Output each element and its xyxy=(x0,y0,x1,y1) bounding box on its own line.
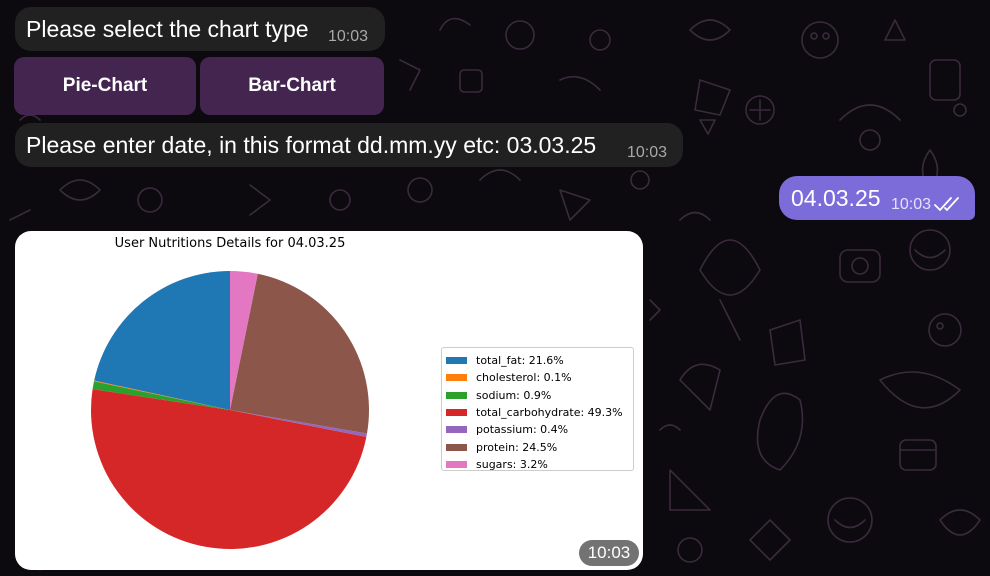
legend-entry: total_carbohydrate: 49.3% xyxy=(446,404,633,421)
outgoing-message-bubble: 04.03.25 10:03 xyxy=(779,176,975,220)
message-time: 10:03 xyxy=(328,28,369,45)
message-text: 04.03.25 xyxy=(791,185,881,211)
bar-chart-button[interactable]: Bar-Chart xyxy=(200,57,384,115)
legend-label: sugars: 3.2% xyxy=(476,457,548,471)
message-bubble: Please select the chart type 10:03 xyxy=(15,7,385,51)
message-text: Please select the chart type xyxy=(26,16,309,42)
legend-label: total_fat: 21.6% xyxy=(476,354,564,368)
message-text: Please enter date, in this format dd.mm.… xyxy=(26,132,597,158)
legend-swatch xyxy=(446,391,467,399)
legend-label: protein: 24.5% xyxy=(476,440,558,454)
legend-entry: sodium: 0.9% xyxy=(446,387,633,404)
legend-swatch xyxy=(446,357,467,365)
read-checkmarks-icon xyxy=(934,197,959,212)
message-bubble: Please enter date, in this format dd.mm.… xyxy=(15,123,683,167)
legend-entry: potassium: 0.4% xyxy=(446,421,633,438)
legend-label: total_carbohydrate: 49.3% xyxy=(476,406,623,420)
legend-swatch xyxy=(446,460,467,468)
legend-swatch xyxy=(446,409,467,417)
message-time: 10:03 xyxy=(891,196,932,213)
legend-entry: sugars: 3.2% xyxy=(446,456,633,473)
legend-label: potassium: 0.4% xyxy=(476,423,569,437)
legend-entry: protein: 24.5% xyxy=(446,438,633,455)
chart-legend: total_fat: 21.6% cholesterol: 0.1% sodiu… xyxy=(441,347,634,471)
legend-entry: cholesterol: 0.1% xyxy=(446,369,633,386)
legend-swatch xyxy=(446,443,467,451)
legend-label: cholesterol: 0.1% xyxy=(476,371,572,385)
legend-entry: total_fat: 21.6% xyxy=(446,352,633,369)
photo-time: 10:03 xyxy=(579,540,639,566)
message-time: 10:03 xyxy=(627,144,668,161)
chart-image-message[interactable]: User Nutritions Details for 04.03.25 tot… xyxy=(15,231,643,570)
pie-chart-button[interactable]: Pie-Chart xyxy=(14,57,196,115)
legend-swatch xyxy=(446,374,467,382)
legend-label: sodium: 0.9% xyxy=(476,388,552,402)
legend-swatch xyxy=(446,426,467,434)
